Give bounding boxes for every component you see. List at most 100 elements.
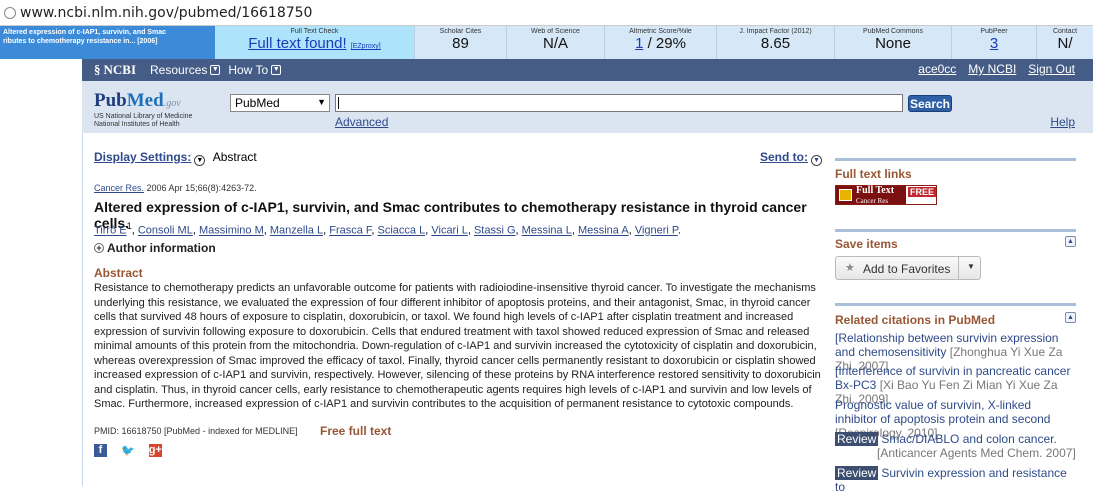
chevron-down-icon: ▼	[811, 155, 822, 166]
browser-url-bar[interactable]: www.ncbi.nlm.nih.gov/pubmed/16618750	[0, 0, 1093, 26]
author-information-toggle[interactable]: + Author information	[94, 241, 216, 255]
social-share: f 🐦 g+	[94, 444, 162, 457]
free-full-text-link[interactable]: Free full text	[320, 424, 391, 438]
author-information-label: Author information	[107, 241, 216, 255]
citation: Cancer Res. 2006 Apr 15;66(8):4263-72.	[94, 183, 257, 193]
author-link[interactable]: Massimino M	[199, 225, 264, 237]
related-title[interactable]: Smac/DIABLO and colon cancer.	[881, 432, 1056, 446]
google-plus-icon[interactable]: g+	[148, 444, 162, 457]
pubmed-logo[interactable]: PubMed.gov	[94, 90, 181, 112]
citation-details: 2006 Apr 15;66(8):4263-72.	[144, 183, 257, 193]
howto-label: How To	[228, 63, 269, 77]
plugin-cell-scholar: Scholar Cites 89	[415, 26, 507, 59]
resources-label: Resources	[150, 63, 208, 77]
plugin-article-line2: ributes to chemotherapy resistance in...…	[3, 38, 158, 45]
display-settings-row: Display Settings: ▼ Abstract Send to: ▼	[94, 150, 824, 166]
sign-out-link[interactable]: Sign Out	[1028, 62, 1075, 76]
ncbi-logo[interactable]: § NCBI	[94, 62, 136, 78]
related-citation[interactable]: Review Survivin expression and resistance…	[835, 466, 1076, 494]
account-links: ace0cc My NCBI Sign Out	[918, 62, 1075, 76]
twitter-icon[interactable]: 🐦	[121, 444, 135, 457]
plugin-fulltext-cell[interactable]: Full Text Check Full text found! [EZprox…	[215, 26, 415, 59]
full-text-badge-title: Full Text	[856, 185, 895, 196]
section-divider	[835, 229, 1076, 232]
plugin-toolbar: Altered expression of c-IAP1, survivin, …	[0, 26, 1093, 59]
star-icon: ★	[845, 262, 855, 274]
collapse-icon[interactable]: ▲	[1065, 236, 1076, 247]
logo-gov: .gov	[163, 98, 181, 109]
plugin-article-title[interactable]: Altered expression of c-IAP1, survivin, …	[0, 26, 215, 59]
plugin-article-line1: Altered expression of c-IAP1, survivin, …	[3, 29, 166, 36]
advanced-search-link[interactable]: Advanced	[335, 115, 388, 129]
full-text-links-heading: Full text links	[835, 167, 912, 181]
full-text-badge[interactable]: Full Text Cancer Res FREE	[835, 185, 937, 205]
plugin-label: Altmetric Score/%ile	[629, 28, 692, 35]
pmid-text: PMID: 16618750 [PubMed - indexed for MED…	[94, 426, 298, 436]
plugin-value: 89	[452, 35, 469, 52]
related-title[interactable]: Prognostic value of survivin, X-linked i…	[835, 398, 1050, 426]
plugin-fulltext-label: Full Text Check	[290, 28, 339, 35]
plugin-label: PubMed Commons	[863, 28, 923, 35]
my-ncbi-link[interactable]: My NCBI	[968, 62, 1016, 76]
search-area: PubMed.gov US National Library of Medici…	[82, 81, 1093, 133]
abstract-heading: Abstract	[94, 266, 143, 280]
help-link[interactable]: Help	[1050, 115, 1075, 129]
author-affiliation-sup: 1	[126, 221, 132, 231]
add-to-favorites-label: Add to Favorites	[863, 262, 951, 276]
nih-text: National Institutes of Health	[94, 121, 180, 128]
display-value: Abstract	[212, 150, 257, 164]
collapse-icon[interactable]: ▲	[1065, 312, 1076, 323]
plugin-cell-commons: PubMed Commons None	[835, 26, 952, 59]
author-link[interactable]: Sciacca L	[378, 225, 426, 237]
text-caret	[338, 97, 339, 109]
pubpeer-link[interactable]: 3	[990, 35, 998, 52]
plugin-cell-altmetric: Altmetric Score/%ile 1 / 29%	[605, 26, 717, 59]
plugin-label: Contact	[1052, 28, 1078, 35]
section-divider	[835, 303, 1076, 306]
plugin-value: N/A	[542, 35, 568, 52]
chevron-down-icon[interactable]: ▼	[194, 155, 206, 166]
plugin-cell-wos: Web of Science N/A	[507, 26, 605, 59]
search-input[interactable]	[335, 94, 903, 112]
free-badge: FREE	[908, 187, 937, 197]
plugin-cell-contact: Contact N/	[1037, 26, 1093, 59]
related-source: [Anticancer Agents Med Chem. 2007]	[877, 446, 1076, 460]
facebook-icon[interactable]: f	[94, 444, 107, 457]
author-link[interactable]: Vigneri P	[635, 225, 678, 237]
fulltext-found-link[interactable]: Full text found!	[248, 35, 346, 52]
journal-link[interactable]: Cancer Res.	[94, 183, 144, 193]
logo-pub: Pub	[94, 90, 127, 111]
dropdown-arrow-icon: ▼	[317, 97, 326, 107]
howto-menu[interactable]: How To ▼	[228, 63, 282, 77]
author-link[interactable]: Manzella L	[270, 225, 323, 237]
logo-med: Med	[126, 90, 164, 111]
plugin-cell-pubpeer: PubPeer 3	[952, 26, 1037, 59]
url-text[interactable]: www.ncbi.nlm.nih.gov/pubmed/16618750	[20, 5, 312, 21]
author-link[interactable]: Vicari L	[431, 225, 467, 237]
author-link[interactable]: Messina A	[578, 225, 629, 237]
altmetric-percentile: / 29%	[643, 35, 686, 52]
author-link[interactable]: Tirrò E	[94, 225, 127, 237]
plugin-label: Web of Science	[531, 28, 580, 35]
author-link[interactable]: Stassi G	[474, 225, 516, 237]
author-link[interactable]: Frasca F	[329, 225, 371, 237]
author-link[interactable]: Consoli ML	[138, 225, 193, 237]
dropdown-arrow-icon[interactable]: ▼	[967, 262, 975, 271]
author-link[interactable]: Messina L	[522, 225, 572, 237]
username-link[interactable]: ace0cc	[918, 62, 956, 76]
resources-menu[interactable]: Resources ▼	[150, 63, 221, 77]
ezproxy-link[interactable]: [EZproxy]	[351, 43, 381, 50]
section-divider	[835, 158, 1076, 161]
search-button[interactable]: Search	[908, 95, 952, 112]
related-citation[interactable]: Review Smac/DIABLO and colon cancer. [Ant…	[835, 432, 1076, 460]
database-select[interactable]: PubMed ▼	[230, 94, 330, 112]
plus-icon: +	[94, 243, 104, 253]
add-to-favorites-button[interactable]: ★ Add to Favorites ▼	[835, 256, 981, 280]
nlm-text: US National Library of Medicine	[94, 113, 193, 120]
chevron-down-icon: ▼	[271, 65, 282, 75]
display-settings-link[interactable]: Display Settings:	[94, 150, 191, 164]
send-to-menu[interactable]: Send to: ▼	[760, 150, 822, 166]
abstract-text: Resistance to chemotherapy predicts an u…	[94, 282, 821, 410]
plugin-label: Scholar Cites	[439, 28, 482, 35]
plugin-value: N/	[1057, 35, 1073, 52]
